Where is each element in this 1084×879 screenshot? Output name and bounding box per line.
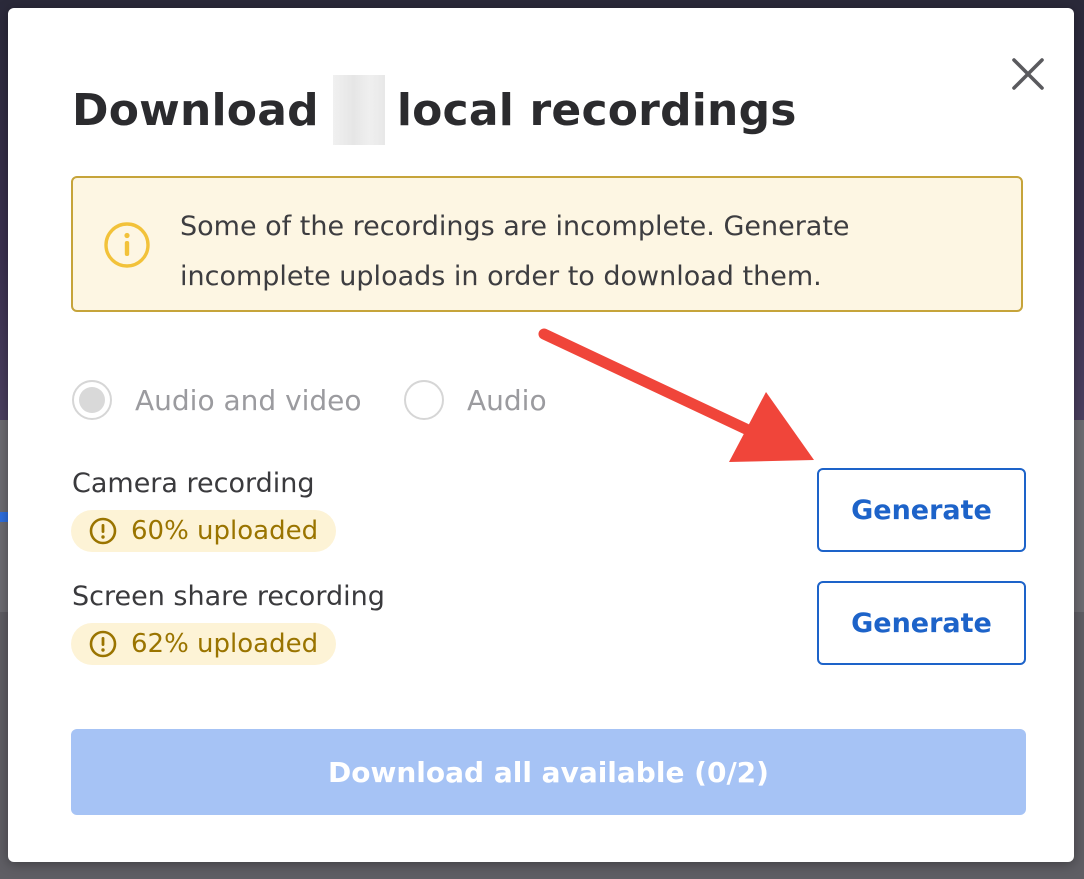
camera-upload-status-badge: 60% uploaded [71, 510, 337, 552]
radio-label-audio: Audio [467, 383, 547, 417]
alert-message: Some of the recordings are incomplete. G… [180, 211, 850, 292]
radio-audio[interactable]: Audio [404, 378, 547, 422]
radio-label-audio-and-video: Audio and video [135, 383, 362, 417]
generate-screen-share-button[interactable]: Generate [817, 581, 1026, 665]
dialog-title: Download local recordings [72, 75, 797, 145]
radio-circle-selected [72, 380, 112, 420]
close-button[interactable] [1002, 48, 1054, 100]
screen-share-upload-status-badge: 62% uploaded [71, 623, 337, 665]
incomplete-warning-alert: Some of the recordings are incomplete. G… [71, 176, 1023, 312]
generate-camera-button[interactable]: Generate [817, 468, 1026, 552]
info-icon [104, 222, 150, 268]
close-icon [1012, 58, 1044, 90]
download-all-button[interactable]: Download all available (0/2) [71, 729, 1026, 815]
red-arrow-annotation [538, 328, 814, 462]
dialog-title-suffix: local recordings [396, 84, 797, 136]
redacted-name [332, 75, 385, 145]
screen-share-recording-label: Screen share recording [72, 581, 385, 612]
download-recordings-dialog: Download local recordings Some of the re… [8, 8, 1074, 862]
radio-dot [79, 387, 105, 413]
warning-circle-icon [89, 517, 117, 545]
camera-recording-label: Camera recording [72, 468, 315, 499]
radio-audio-and-video[interactable]: Audio and video [72, 378, 362, 422]
camera-upload-status: 60% uploaded [131, 516, 319, 546]
screen-share-upload-status: 62% uploaded [131, 629, 319, 659]
dialog-title-prefix: Download [72, 84, 319, 136]
warning-circle-icon [89, 630, 117, 658]
radio-circle [404, 380, 444, 420]
